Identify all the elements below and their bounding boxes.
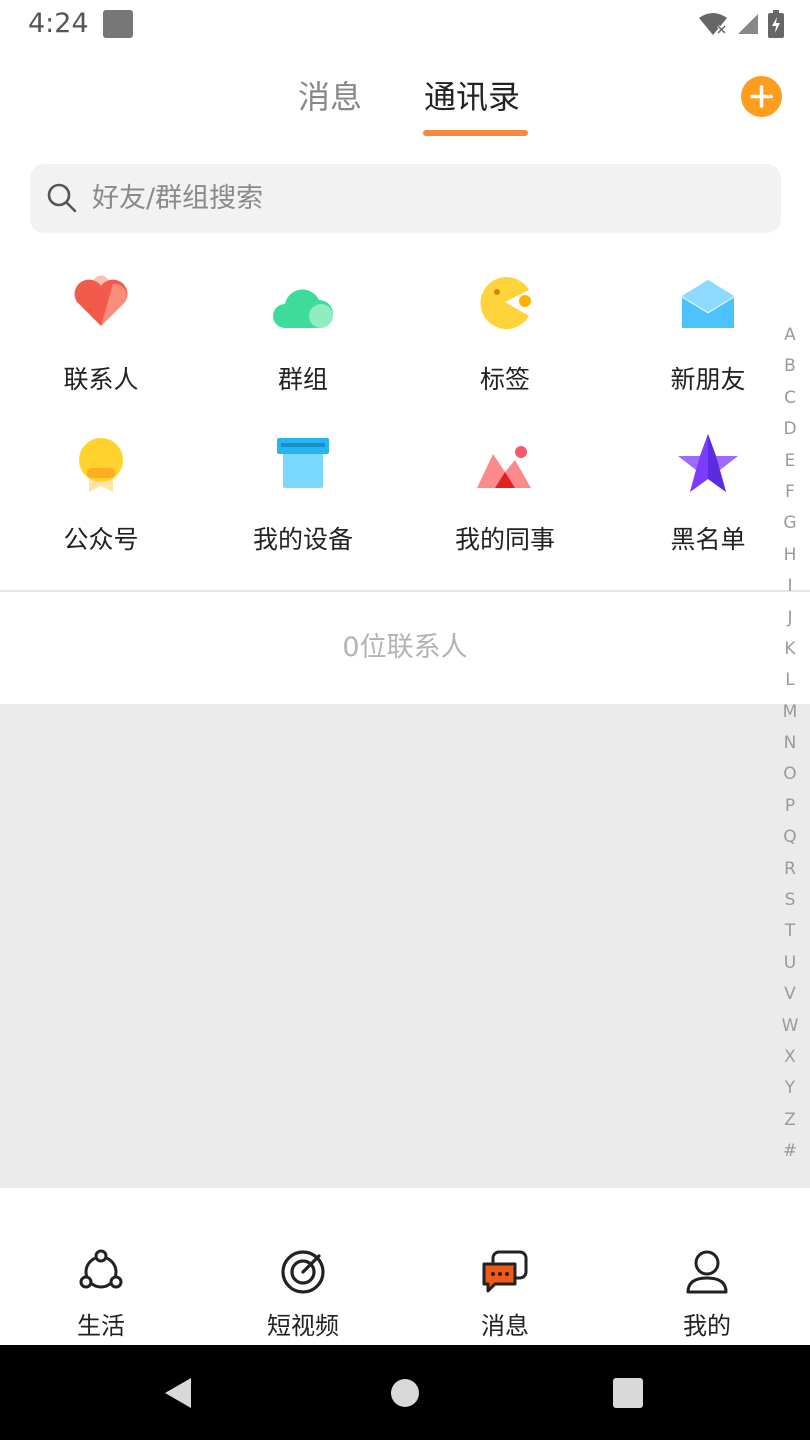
index-letter[interactable]: R [772, 854, 808, 885]
nav-label: 消息 [481, 1312, 529, 1340]
nav-label: 生活 [77, 1312, 125, 1340]
feature-label: 标签 [479, 365, 530, 394]
plus-circle-icon [750, 85, 773, 108]
index-letter[interactable]: H [772, 540, 808, 571]
person-icon [686, 1250, 728, 1294]
target-icon [281, 1250, 325, 1294]
notification-icon [103, 10, 133, 38]
index-letter[interactable]: S [772, 885, 808, 916]
index-letter[interactable]: P [772, 791, 808, 822]
home-icon[interactable] [391, 1379, 419, 1407]
nav-label: 我的 [683, 1312, 731, 1340]
index-letter[interactable]: E [772, 446, 808, 477]
search-input[interactable] [92, 164, 752, 233]
index-letter[interactable]: W [772, 1011, 808, 1042]
index-letter[interactable]: B [772, 351, 808, 382]
index-letter[interactable]: D [772, 414, 808, 445]
life-icon [79, 1249, 123, 1289]
feature-label: 公众号 [63, 525, 139, 554]
pacman-icon [480, 277, 531, 329]
nav-me[interactable]: 我的 [606, 1248, 808, 1340]
index-letter[interactable]: T [772, 916, 808, 947]
envelope-icon [681, 280, 735, 328]
search-bar[interactable] [30, 164, 781, 233]
nav-messages[interactable]: 消息 [404, 1248, 606, 1340]
index-letter[interactable]: Z [772, 1105, 808, 1136]
feature-my-colleagues[interactable]: 我的同事 [405, 432, 605, 572]
index-letter[interactable]: M [772, 697, 808, 728]
search-icon [47, 183, 77, 213]
signal-icon [738, 14, 758, 34]
feature-official-accounts[interactable]: 公众号 [1, 432, 201, 572]
index-letter[interactable]: I [772, 571, 808, 602]
index-letter[interactable]: J [772, 603, 808, 634]
status-icons [698, 10, 784, 38]
recents-icon[interactable] [613, 1378, 643, 1408]
contact-count: 0位联系人 [342, 632, 468, 663]
status-time: 4:24 [28, 8, 89, 39]
index-letter[interactable]: G [772, 508, 808, 539]
index-letter[interactable]: N [772, 728, 808, 759]
star-icon [678, 434, 738, 492]
bottom-nav: 生活 短视频 消息 我的 [0, 1188, 810, 1345]
tab-contacts[interactable]: 通讯录 [424, 72, 520, 118]
cloud-icon [273, 289, 333, 328]
empty-list-area [0, 704, 810, 1188]
feature-label: 我的同事 [454, 525, 555, 554]
chat-icon [482, 1250, 528, 1293]
index-letter[interactable]: A [772, 320, 808, 351]
feature-tags[interactable]: 标签 [405, 272, 605, 412]
feature-label: 我的设备 [252, 525, 353, 554]
nav-label: 短视频 [267, 1312, 339, 1340]
feature-groups[interactable]: 群组 [203, 272, 403, 412]
index-letter[interactable]: # [772, 1136, 808, 1167]
box-icon [277, 438, 329, 488]
feature-label: 联系人 [63, 365, 139, 394]
status-bar: 4:24 [0, 0, 810, 48]
index-letter[interactable]: O [772, 759, 808, 790]
heart-icon [74, 275, 128, 326]
nav-short-video[interactable]: 短视频 [202, 1248, 404, 1340]
header-tabs: 消息 通讯录 [0, 48, 810, 148]
index-letter[interactable]: V [772, 979, 808, 1010]
index-letter[interactable]: C [772, 383, 808, 414]
wifi-off-icon [699, 13, 727, 35]
system-nav-bar [0, 1345, 810, 1440]
battery-icon [768, 10, 784, 38]
add-button[interactable] [741, 76, 782, 117]
active-tab-indicator [423, 130, 528, 136]
index-letter[interactable]: Q [772, 822, 808, 853]
index-letter[interactable]: F [772, 477, 808, 508]
back-icon[interactable] [163, 1376, 193, 1410]
index-letter[interactable]: U [772, 948, 808, 979]
index-letter[interactable]: X [772, 1042, 808, 1073]
tab-messages[interactable]: 消息 [298, 72, 362, 118]
feature-label: 群组 [277, 365, 328, 394]
feature-my-devices[interactable]: 我的设备 [203, 432, 403, 572]
index-letter[interactable]: L [772, 665, 808, 696]
index-letter[interactable]: K [772, 634, 808, 665]
feature-contacts[interactable]: 联系人 [1, 272, 201, 412]
nav-life[interactable]: 生活 [0, 1248, 202, 1340]
alphabet-index[interactable]: A B C D E F G H I J K L M N O P Q R S T … [772, 320, 808, 1168]
bulb-badge-icon [79, 438, 123, 492]
index-letter[interactable]: Y [772, 1073, 808, 1104]
mountain-icon [477, 446, 531, 488]
